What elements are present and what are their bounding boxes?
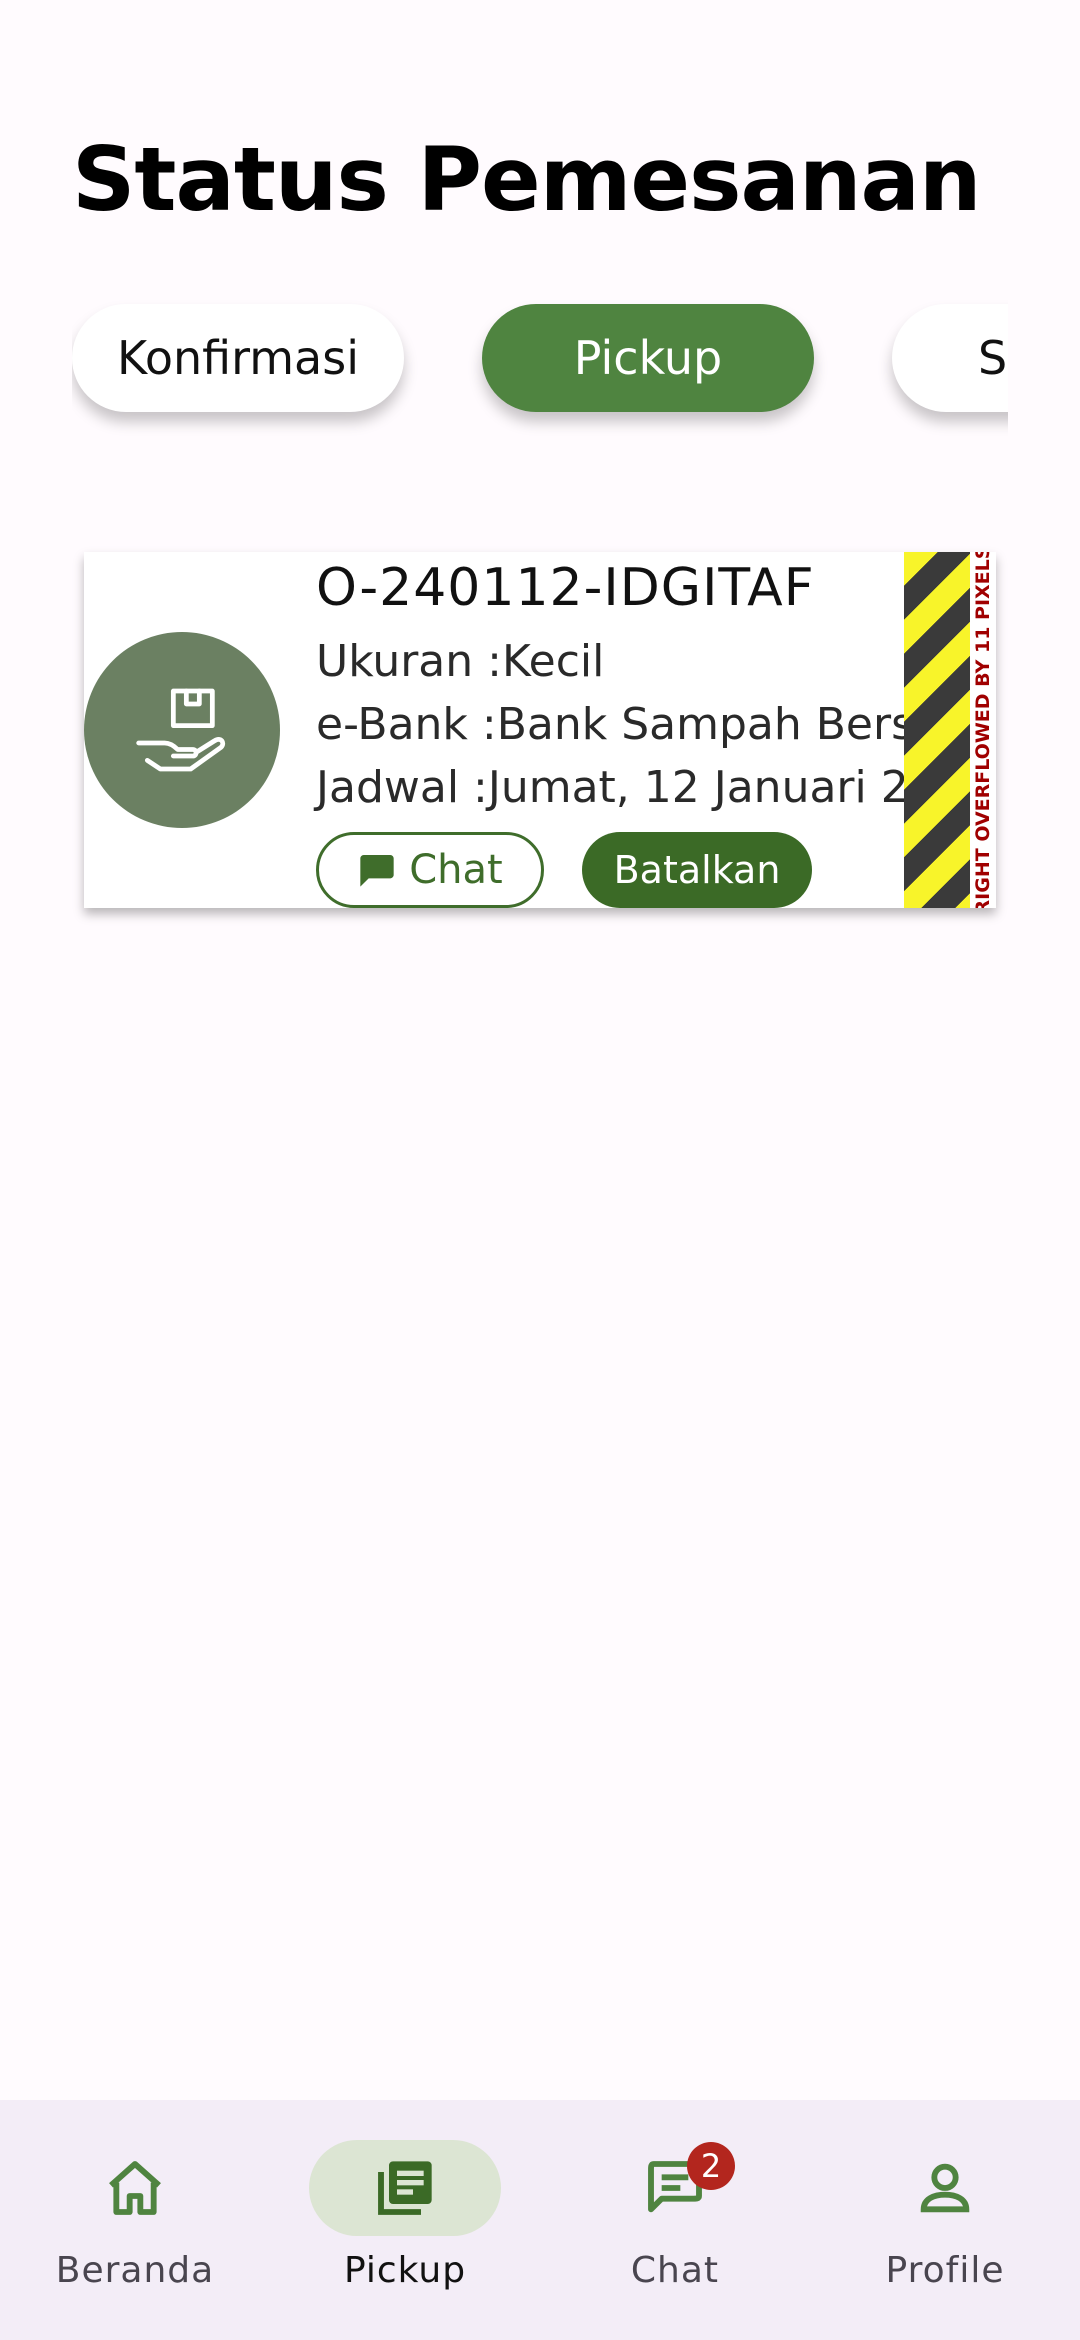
package-hand-icon (136, 688, 226, 772)
overflow-stripes (904, 552, 970, 908)
order-size: Ukuran :Kecil (316, 636, 605, 687)
status-bar (0, 0, 1080, 96)
home-icon (109, 2161, 161, 2215)
nav-label-beranda: Beranda (55, 2250, 215, 2291)
nav-icon-container (309, 2140, 501, 2236)
nav-label-chat: Chat (630, 2250, 720, 2291)
overflow-warning-box: RIGHT OVERFLOWED BY 11 PIXELS (970, 552, 996, 908)
order-avatar (84, 632, 280, 828)
order-id: O-240112-IDGITAF (316, 558, 815, 618)
nav-icon-container: 2 (579, 2140, 771, 2236)
status-tabs: Konfirmasi Pickup S (72, 288, 1008, 438)
nav-item-beranda[interactable]: Beranda (0, 2140, 270, 2320)
nav-item-pickup[interactable]: Pickup (270, 2140, 540, 2320)
tab-pickup[interactable]: Pickup (482, 304, 814, 412)
overflow-warning: RIGHT OVERFLOWED BY 11 PIXELS (972, 552, 994, 908)
bottom-navigation: Beranda Pickup 2 Chat Profile (0, 2100, 1080, 2340)
tab-konfirmasi[interactable]: Konfirmasi (72, 304, 404, 412)
chat-badge: 2 (687, 2142, 735, 2190)
nav-item-chat[interactable]: 2 Chat (540, 2140, 810, 2320)
nav-icon-container (849, 2140, 1041, 2236)
list-icon (378, 2161, 432, 2215)
nav-icon-container (39, 2140, 231, 2236)
message-icon (360, 855, 394, 887)
order-bank: e-Bank :Bank Sampah Bersinar (316, 699, 996, 750)
nav-item-profile[interactable]: Profile (810, 2140, 1080, 2320)
order-card[interactable]: O-240112-IDGITAF Ukuran :Kecil e-Bank :B… (84, 552, 996, 908)
person-icon (920, 2163, 970, 2213)
page-title: Status Pemesanan (72, 128, 982, 231)
chat-button[interactable]: Chat (316, 832, 544, 908)
order-schedule: Jadwal :Jumat, 12 Januari 2024 (316, 762, 993, 813)
nav-label-profile: Profile (885, 2250, 1005, 2291)
cancel-button[interactable]: Batalkan (582, 832, 812, 908)
chat-button-label: Chat (409, 847, 503, 893)
nav-label-pickup: Pickup (343, 2250, 467, 2291)
tab-next[interactable]: S (892, 304, 1008, 412)
